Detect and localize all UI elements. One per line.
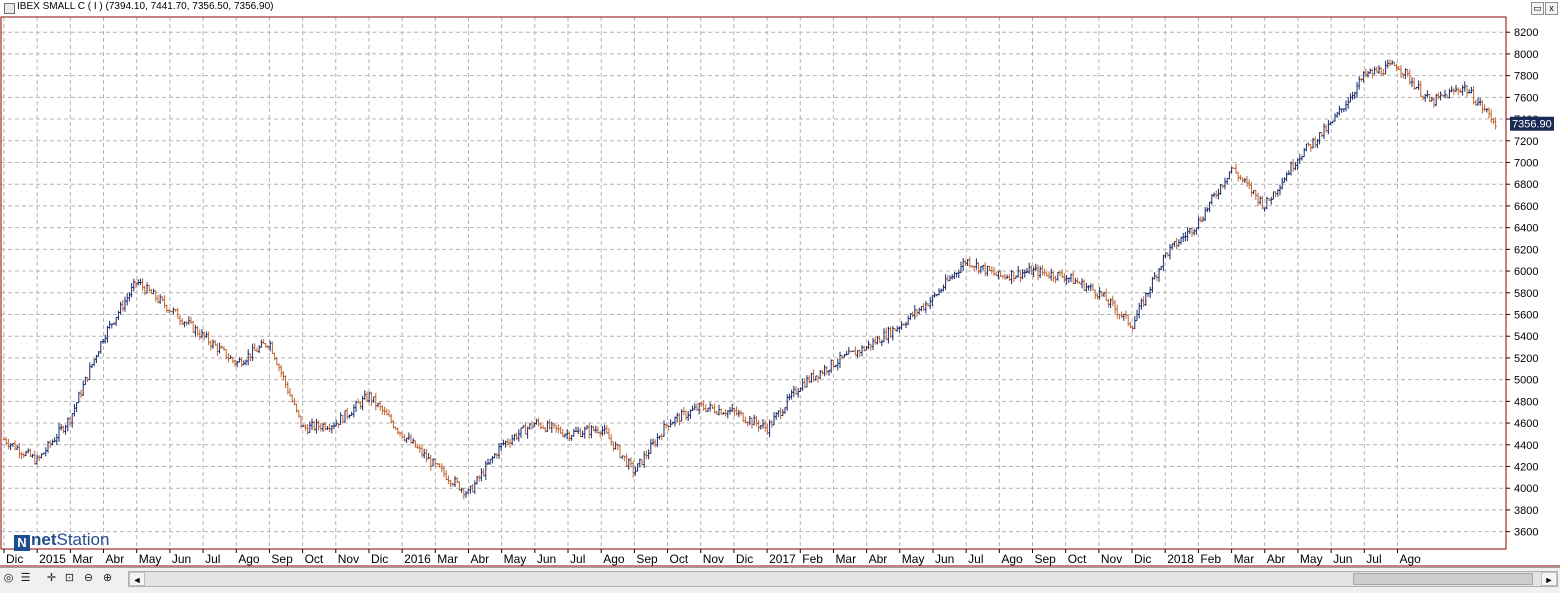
x-tick-label: Dic — [736, 552, 753, 566]
plot-frame — [0, 16, 1507, 550]
x-tick-label: 2018 — [1167, 552, 1194, 566]
price-chart[interactable]: 3600 3800 4000 4200 4400 4600 4800 5000 5200 5400… — [0, 16, 1560, 567]
x-tick-label: Jul — [968, 552, 983, 566]
x-tick-label: Jun — [1333, 552, 1352, 566]
y-tick-label: 4600 — [1514, 418, 1538, 430]
x-tick-label: Ago — [1399, 552, 1421, 566]
y-tick-label: 5400 — [1514, 331, 1538, 343]
x-tick-label: Oct — [670, 552, 689, 566]
x-tick-label: Abr — [106, 552, 125, 566]
window-title: IBEX SMALL C ( I ) (7394.10, 7441.70, 73… — [17, 1, 274, 12]
x-tick-label: Feb — [1200, 552, 1221, 566]
x-tick-label: Nov — [703, 552, 724, 566]
x-tick-label: Ago — [1001, 552, 1023, 566]
globe-icon[interactable]: ◎ — [1, 571, 16, 586]
y-tick-label: 6000 — [1514, 266, 1538, 278]
y-tick-label: 6800 — [1514, 179, 1538, 191]
y-tick-label: 5200 — [1514, 353, 1538, 365]
y-tick-label: 7600 — [1514, 92, 1538, 104]
y-tick-label: 8200 — [1514, 27, 1538, 39]
x-tick-label: May — [1300, 552, 1323, 566]
y-tick-label: 6200 — [1514, 244, 1538, 256]
y-tick-label: 7200 — [1514, 136, 1538, 148]
scrollbar-thumb[interactable] — [1353, 573, 1533, 585]
x-tick-label: Jun — [537, 552, 556, 566]
crosshair-icon[interactable]: ✛ — [44, 571, 59, 586]
x-tick-label: Dic — [1134, 552, 1151, 566]
grid-icon[interactable]: ☰ — [18, 571, 33, 586]
scroll-right-button[interactable]: ► — [1541, 572, 1557, 586]
bottom-toolbar: ◎ ☰ ✛ ⊡ ⊖ ⊕ ◄ ► — [0, 567, 1560, 593]
y-tick-label: 4400 — [1514, 440, 1538, 452]
x-tick-label: Dic — [371, 552, 388, 566]
window-titlebar: IBEX SMALL C ( I ) (7394.10, 7441.70, 73… — [0, 0, 1560, 17]
zoom-fit-icon[interactable]: ⊡ — [62, 571, 77, 586]
y-tick-label: 5600 — [1514, 309, 1538, 321]
logo-text-bold: net — [31, 530, 57, 549]
horizontal-scrollbar[interactable]: ◄ ► — [128, 571, 1558, 587]
x-tick-label: Nov — [338, 552, 359, 566]
last-price-label: 7356.90 — [1512, 119, 1552, 131]
x-tick-label: Jul — [205, 552, 220, 566]
y-tick-label: 6600 — [1514, 201, 1538, 213]
x-tick-label: Feb — [802, 552, 823, 566]
x-tick-label: Sep — [636, 552, 658, 566]
y-tick-label: 5000 — [1514, 375, 1538, 387]
y-tick-label: 5800 — [1514, 288, 1538, 300]
x-tick-label: May — [139, 552, 162, 566]
scroll-left-button[interactable]: ◄ — [129, 572, 145, 586]
y-tick-label: 4200 — [1514, 461, 1538, 473]
chart-area[interactable]: 3600 3800 4000 4200 4400 4600 4800 5000 5200 5400… — [0, 16, 1560, 567]
x-tick-label: Mar — [437, 552, 458, 566]
netstation-logo: NnetStation — [14, 530, 109, 551]
y-tick-label: 8000 — [1514, 49, 1538, 61]
minimize-button[interactable]: ▭ — [1531, 2, 1544, 15]
x-tick-label: Ago — [238, 552, 260, 566]
x-tick-label: Sep — [271, 552, 293, 566]
x-tick-label: 2017 — [769, 552, 796, 566]
x-tick-label: Jun — [172, 552, 191, 566]
x-tick-label: Jul — [570, 552, 585, 566]
close-button[interactable]: x — [1545, 2, 1558, 15]
x-tick-label: Mar — [1234, 552, 1255, 566]
zoom-out-icon[interactable]: ⊖ — [81, 571, 96, 586]
x-tick-label: Abr — [869, 552, 888, 566]
y-tick-label: 4000 — [1514, 483, 1538, 495]
x-tick-label: Mar — [72, 552, 93, 566]
x-tick-label: Abr — [470, 552, 489, 566]
x-tick-label: Oct — [305, 552, 324, 566]
window-icon[interactable] — [4, 3, 15, 14]
x-tick-label: Dic — [6, 552, 23, 566]
x-tick-label: Jul — [1366, 552, 1381, 566]
y-tick-label: 3800 — [1514, 505, 1538, 517]
x-tick-label: May — [902, 552, 925, 566]
x-tick-label: 2016 — [404, 552, 431, 566]
x-tick-label: 2015 — [39, 552, 66, 566]
logo-text: Station — [56, 530, 110, 549]
x-tick-label: Jun — [935, 552, 954, 566]
y-tick-label: 3600 — [1514, 527, 1538, 539]
y-tick-label: 4800 — [1514, 396, 1538, 408]
y-tick-label: 7000 — [1514, 157, 1538, 169]
x-tick-label: Sep — [1035, 552, 1057, 566]
x-tick-label: May — [504, 552, 527, 566]
x-tick-label: Ago — [603, 552, 625, 566]
x-tick-label: Oct — [1068, 552, 1087, 566]
x-tick-label: Abr — [1267, 552, 1286, 566]
x-tick-label: Mar — [835, 552, 856, 566]
netstation-logo-icon: N — [14, 535, 30, 551]
zoom-in-icon[interactable]: ⊕ — [100, 571, 115, 586]
y-tick-label: 7800 — [1514, 71, 1538, 83]
x-tick-label: Nov — [1101, 552, 1122, 566]
y-tick-label: 6400 — [1514, 223, 1538, 235]
